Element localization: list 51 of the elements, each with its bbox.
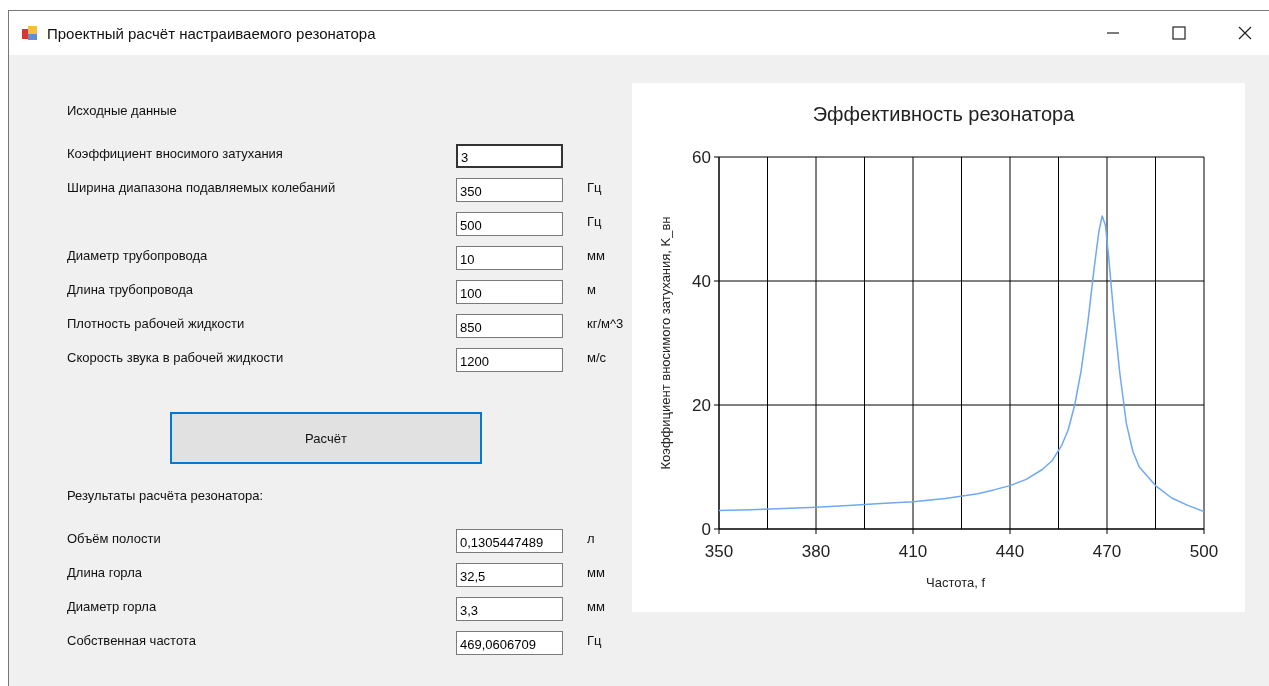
unit-label: Гц bbox=[587, 632, 602, 648]
output-field[interactable]: 3,3 bbox=[456, 597, 563, 621]
unit-label: Гц bbox=[587, 179, 602, 195]
result-label: Собственная частота bbox=[67, 632, 197, 648]
section-heading: Исходные данные bbox=[67, 103, 178, 118]
x-tick-label: 440 bbox=[995, 542, 1025, 561]
window-title: Проектный расчёт настраиваемого резонатора bbox=[47, 24, 376, 42]
x-tick-label: 470 bbox=[1092, 542, 1122, 561]
unit-label: л bbox=[587, 530, 595, 546]
y-tick-label: 40 bbox=[692, 272, 711, 291]
y-tick-label: 0 bbox=[701, 520, 711, 539]
section-heading: Результаты расчёта резонатора: bbox=[67, 488, 264, 503]
field-label: Ширина диапазона подавляемых колебаний bbox=[67, 179, 337, 195]
input-field[interactable]: 10 bbox=[456, 246, 563, 270]
unit-label: кг/м^3 bbox=[587, 315, 624, 331]
input-field[interactable]: 100 bbox=[456, 280, 563, 304]
unit-label: мм bbox=[587, 564, 605, 580]
field-label: Скорость звука в рабочей жидкости bbox=[67, 349, 285, 365]
calculate-button[interactable]: Расчёт bbox=[170, 412, 482, 464]
x-tick-label: 500 bbox=[1189, 542, 1219, 561]
field-label: Диаметр трубопровода bbox=[67, 247, 209, 263]
unit-label: Гц bbox=[587, 213, 602, 229]
input-field[interactable]: 3 bbox=[456, 144, 563, 168]
field-label: Плотность рабочей жидкости bbox=[67, 315, 246, 331]
close-icon[interactable] bbox=[1238, 26, 1252, 40]
input-field[interactable]: 350 bbox=[456, 178, 563, 202]
unit-label: м/с bbox=[587, 349, 607, 365]
result-label: Длина горла bbox=[67, 564, 143, 580]
input-field[interactable]: 1200 bbox=[456, 348, 563, 372]
unit-label: мм bbox=[587, 247, 605, 263]
result-label: Объём полости bbox=[67, 530, 162, 546]
unit-label: мм bbox=[587, 598, 605, 614]
y-axis-label: Коэффициент вносимого затухания, K_вн bbox=[658, 216, 673, 470]
result-label: Диаметр горла bbox=[67, 598, 158, 614]
output-field[interactable]: 469,0606709 bbox=[456, 631, 563, 655]
field-label: Длина трубопровода bbox=[67, 281, 195, 297]
x-tick-label: 410 bbox=[898, 542, 928, 561]
input-field[interactable]: 500 bbox=[456, 212, 563, 236]
output-field[interactable]: 0,1305447489 bbox=[456, 529, 563, 553]
app-icon bbox=[22, 25, 38, 41]
input-field[interactable]: 850 bbox=[456, 314, 563, 338]
y-tick-label: 20 bbox=[692, 396, 711, 415]
output-field[interactable]: 32,5 bbox=[456, 563, 563, 587]
field-label: Коэффициент вносимого затухания bbox=[67, 145, 284, 161]
y-tick-label: 60 bbox=[692, 148, 711, 167]
maximize-icon[interactable] bbox=[1172, 26, 1186, 40]
x-axis-label: Частота, f bbox=[926, 575, 985, 590]
x-tick-label: 350 bbox=[704, 542, 734, 561]
chart-title: Эффективность резонатора bbox=[812, 103, 1075, 125]
x-tick-label: 380 bbox=[801, 542, 831, 561]
unit-label: м bbox=[587, 281, 596, 297]
